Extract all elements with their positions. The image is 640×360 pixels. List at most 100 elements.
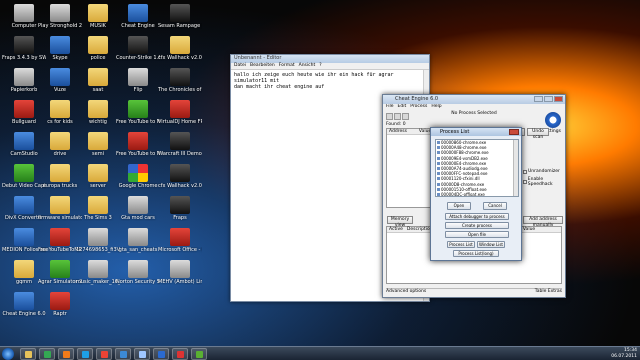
close-button[interactable] (554, 96, 563, 102)
desktop-icon[interactable]: Free YouTube to MP3 Converter (116, 132, 160, 157)
speedhack-checkbox[interactable]: Enable Speedhack (523, 177, 565, 187)
memory-view-button[interactable]: Memory view (387, 216, 413, 228)
cheat-engine-title-text: Cheat Engine 6.0 (395, 96, 439, 102)
menu-item-format[interactable]: Format (279, 63, 295, 69)
maximize-button[interactable] (544, 96, 553, 102)
open-table-icon[interactable] (394, 113, 401, 120)
desktop-icon[interactable]: The Sims 3 (76, 196, 120, 221)
cancel-button[interactable]: Cancel (483, 202, 507, 210)
converter-icon (128, 100, 148, 118)
desktop-icon[interactable]: Microsoft Office - 60-Tage-Testversion (158, 228, 202, 253)
taskbar-button[interactable] (58, 348, 74, 360)
skype-icon (82, 351, 89, 358)
taskbar-button[interactable] (115, 348, 131, 360)
column-active[interactable]: Active (389, 227, 403, 232)
converter-icon (50, 228, 70, 246)
taskbar-button[interactable] (96, 348, 112, 360)
notepad-menubar: Datei Bearbeiten Format Ansicht ? (231, 63, 429, 70)
debut-icon (14, 164, 34, 182)
checkbox-box[interactable] (523, 169, 527, 174)
process-list-long-button[interactable]: Process List(long) (453, 250, 499, 257)
desktop-icon[interactable]: Fraps (158, 196, 202, 221)
desktop-icon[interactable]: Sesam Rampage Shareware (158, 4, 202, 29)
found-count: Found: 0 (386, 122, 406, 127)
taskbar-button[interactable] (134, 348, 150, 360)
save-table-icon[interactable] (402, 113, 409, 120)
cheat-engine-logo-icon[interactable] (545, 112, 561, 128)
menu-item-edit[interactable]: Edit (398, 104, 407, 111)
create-process-button[interactable]: Create process (445, 222, 509, 229)
open-process-icon[interactable] (386, 113, 393, 120)
unrandomizer-checkbox[interactable]: Unrandomizer (523, 169, 560, 174)
table-extras-link[interactable]: Table Extras (535, 289, 562, 295)
desktop-icon[interactable]: police (76, 36, 120, 61)
desktop-icon[interactable]: Gta mod cars (116, 196, 160, 221)
tab-process-list[interactable]: Process List (447, 241, 475, 248)
desktop-icon-label: cfx Wallhack v2.0 (158, 183, 202, 189)
close-button[interactable] (509, 129, 519, 135)
open-button[interactable]: Open (447, 202, 471, 210)
explorer-icon (25, 351, 32, 358)
camstudio-icon (14, 132, 34, 150)
desktop-icon[interactable]: gta_san_cheats (116, 228, 160, 253)
advanced-options-link[interactable]: Advanced options (386, 289, 426, 295)
desktop-icon[interactable]: cfx Wallhack v2.0 (158, 164, 202, 189)
process-listbox[interactable]: 00000860-chrome.exe 00000A48-chrome.exe 00… (435, 139, 519, 197)
tab-window-list[interactable]: Window List (477, 241, 505, 248)
folder-icon (88, 132, 108, 150)
desktop-icon[interactable]: VirtualDJ Home FREE (158, 100, 202, 125)
process-list-scrollbar[interactable] (513, 140, 518, 196)
desktop-icon[interactable]: server (76, 164, 120, 189)
desktop-icon[interactable]: The Chronicles of Narnia (158, 68, 202, 93)
menu-item-bearbeiten[interactable]: Bearbeiten (250, 63, 275, 69)
menu-item-datei[interactable]: Datei (234, 63, 246, 69)
desktop-icon[interactable]: Norton Security Scan (116, 260, 160, 285)
menu-item-help[interactable]: ? (319, 63, 321, 69)
menu-item-file[interactable]: File (386, 104, 394, 111)
system-clock[interactable]: 15:34 06.07.2011 (611, 348, 637, 360)
desktop-icon[interactable]: semi (76, 132, 120, 157)
menu-item-process[interactable]: Process (410, 104, 427, 111)
desktop-icon[interactable]: Flip (116, 68, 160, 93)
desktop-icon[interactable]: Warcraft III Demo (158, 132, 202, 157)
notepad-text-area[interactable]: hallo ich zeige euch heute wie ihr ein h… (231, 70, 429, 92)
add-address-button[interactable]: Add address manually (523, 216, 563, 228)
column-description[interactable]: Description (407, 227, 433, 232)
undo-scan-button[interactable]: Undo scan (527, 128, 549, 140)
status-bar: Advanced options Table Extras (386, 288, 562, 295)
start-button-icon[interactable] (2, 348, 14, 360)
desktop-icon[interactable]: Free YouTube to MP3 Converter (116, 100, 160, 125)
menu-item-ansicht[interactable]: Ansicht (299, 63, 316, 69)
desktop-icon[interactable]: MUSIK (76, 4, 120, 29)
taskbar-button[interactable] (20, 348, 36, 360)
desktop-icon[interactable]: saat (76, 68, 120, 93)
taskbar-button[interactable] (77, 348, 93, 360)
process-list-dialog[interactable]: Process List 00000860-chrome.exe 00000A48… (430, 127, 522, 261)
desktop-icon[interactable]: Cheat Engine (116, 4, 160, 29)
taskbar-button[interactable] (153, 348, 169, 360)
taskbar-button[interactable] (39, 348, 55, 360)
column-value[interactable]: Value (523, 227, 535, 232)
desktop-icon[interactable]: 1274698653_fi3VVve (76, 228, 120, 253)
taskbar-button[interactable] (172, 348, 188, 360)
process-list-item[interactable]: 000004DC-offloat.exe (436, 192, 518, 196)
checkbox-box[interactable] (523, 180, 527, 184)
vuze-icon (120, 351, 127, 358)
taskbar-button[interactable] (191, 348, 207, 360)
desktop-icon[interactable]: cfx Wallhack v2.0 (158, 36, 202, 61)
column-address[interactable]: Address (389, 129, 407, 134)
desktop-icon[interactable]: MEHV (Ambot) Line Release SE (158, 260, 202, 285)
minimize-button[interactable] (534, 96, 543, 102)
desktop-icon[interactable]: Counter-Strike 1.6 (116, 36, 160, 61)
menu-item-help[interactable]: Help (431, 104, 441, 111)
divx-icon (14, 196, 34, 214)
desktop-icon[interactable]: music_maker_16_... (76, 260, 120, 285)
open-file-button[interactable]: Open file (445, 231, 509, 238)
desktop-icon[interactable]: wichtig (76, 100, 120, 125)
attach-debugger-button[interactable]: Attach debugger to process (445, 213, 509, 220)
desktop-icon[interactable]: Raptr (38, 292, 82, 317)
agrar-icon (50, 260, 70, 278)
desktop-icon[interactable]: Google Chrome (116, 164, 160, 189)
desktop-icon-label: server (90, 183, 106, 189)
warcraft-icon (170, 132, 190, 150)
